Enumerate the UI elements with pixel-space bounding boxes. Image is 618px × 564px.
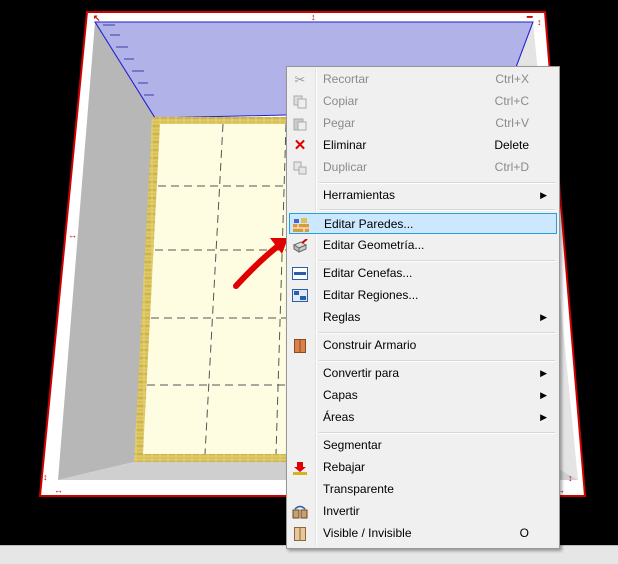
scissors-icon: ✂ bbox=[294, 72, 306, 87]
menu-item-herramientas[interactable]: Herramientas ▶ bbox=[289, 185, 557, 206]
copy-icon bbox=[291, 93, 309, 110]
cabinet-icon bbox=[291, 337, 309, 354]
menu-separator bbox=[319, 432, 555, 434]
resize-handle-bottom-right[interactable]: ↕ bbox=[568, 474, 573, 483]
menu-item-label: Pegar bbox=[323, 116, 356, 130]
menu-item-capas[interactable]: Capas ▶ bbox=[289, 385, 557, 406]
menu-item-label: Construir Armario bbox=[323, 338, 417, 352]
menu-item-label: Editar Geometría... bbox=[323, 238, 425, 252]
resize-handle-bottom-left[interactable]: ↔ bbox=[54, 486, 63, 495]
menu-item-label: Transparente bbox=[323, 482, 394, 496]
menu-item-label: Áreas bbox=[323, 410, 355, 424]
menu-item-reglas[interactable]: Reglas ▶ bbox=[289, 307, 557, 328]
menu-item-label: Editar Regiones... bbox=[323, 288, 419, 302]
menu-item-label: Editar Paredes... bbox=[324, 217, 414, 231]
menu-item-editar-regiones[interactable]: Editar Regiones... bbox=[289, 285, 557, 306]
menu-item-copiar[interactable]: Copiar Ctrl+C bbox=[289, 91, 557, 112]
resize-handle-top[interactable]: ↕ bbox=[311, 13, 316, 22]
menu-item-shortcut: Ctrl+D bbox=[494, 160, 529, 174]
resize-handle-bottom-left-corner[interactable]: ↕ bbox=[43, 473, 48, 482]
menu-item-label: Capas bbox=[323, 388, 358, 402]
visibility-icon bbox=[291, 525, 309, 542]
menu-item-label: Editar Cenefas... bbox=[323, 266, 413, 280]
menu-item-label: Convertir para bbox=[323, 366, 400, 380]
submenu-arrow-icon: ▶ bbox=[540, 412, 547, 422]
resize-handle-left[interactable]: ↔ bbox=[68, 231, 77, 240]
submenu-arrow-icon: ▶ bbox=[540, 312, 547, 322]
menu-separator bbox=[319, 332, 555, 334]
invert-icon bbox=[291, 503, 309, 520]
menu-item-invertir[interactable]: Invertir bbox=[289, 501, 557, 522]
menu-item-transparente[interactable]: Transparente bbox=[289, 479, 557, 500]
menu-item-editar-geometria[interactable]: Editar Geometría... bbox=[289, 235, 557, 256]
menu-item-pegar[interactable]: Pegar Ctrl+V bbox=[289, 113, 557, 134]
lower-arrow-icon bbox=[291, 459, 309, 476]
submenu-arrow-icon: ▶ bbox=[540, 368, 547, 378]
menu-item-editar-cenefas[interactable]: Editar Cenefas... bbox=[289, 263, 557, 284]
menu-item-shortcut: Ctrl+V bbox=[495, 116, 529, 130]
menu-item-areas[interactable]: Áreas ▶ bbox=[289, 407, 557, 428]
menu-item-shortcut: Delete bbox=[494, 138, 529, 152]
duplicate-icon bbox=[291, 159, 309, 176]
menu-item-duplicar[interactable]: Duplicar Ctrl+D bbox=[289, 157, 557, 178]
delete-x-icon: ✕ bbox=[293, 137, 307, 154]
menu-item-editar-paredes[interactable]: Editar Paredes... bbox=[289, 213, 557, 234]
menu-item-label: Duplicar bbox=[323, 160, 368, 174]
menu-item-label: Invertir bbox=[323, 504, 360, 518]
menu-item-label: Segmentar bbox=[323, 438, 382, 452]
menu-item-label: Herramientas bbox=[323, 188, 396, 202]
regions-icon bbox=[291, 287, 309, 304]
menu-separator bbox=[319, 260, 555, 262]
menu-separator bbox=[319, 209, 555, 211]
submenu-arrow-icon: ▶ bbox=[540, 390, 547, 400]
resize-handle-top-right[interactable]: ━ bbox=[527, 13, 532, 22]
menu-item-shortcut: O bbox=[519, 526, 529, 540]
menu-item-visible-invisible[interactable]: Visible / Invisible O bbox=[289, 523, 557, 544]
menu-item-label: Eliminar bbox=[323, 138, 367, 152]
menu-item-label: Visible / Invisible bbox=[323, 526, 412, 540]
resize-handle-top-right-corner[interactable]: ↕ bbox=[537, 18, 542, 27]
menu-item-label: Copiar bbox=[323, 94, 359, 108]
menu-item-recortar[interactable]: ✂ Recortar Ctrl+X bbox=[289, 69, 557, 90]
brick-wall-icon bbox=[292, 216, 310, 233]
menu-item-construir-armario[interactable]: Construir Armario bbox=[289, 335, 557, 356]
resize-handle-top-left[interactable]: ↖ bbox=[93, 14, 101, 23]
menu-separator bbox=[319, 360, 555, 362]
menu-item-shortcut: Ctrl+X bbox=[495, 72, 529, 86]
context-menu: ✂ Recortar Ctrl+X Copiar Ctrl+C Pegar Ct… bbox=[286, 66, 560, 549]
menu-item-label: Recortar bbox=[323, 72, 370, 86]
menu-item-shortcut: Ctrl+C bbox=[494, 94, 529, 108]
menu-item-rebajar[interactable]: Rebajar bbox=[289, 457, 557, 478]
submenu-arrow-icon: ▶ bbox=[540, 190, 547, 200]
floor-plane[interactable] bbox=[143, 124, 296, 454]
menu-separator bbox=[319, 182, 555, 184]
menu-item-segmentar[interactable]: Segmentar bbox=[289, 435, 557, 456]
menu-item-label: Rebajar bbox=[323, 460, 366, 474]
menu-item-label: Reglas bbox=[323, 310, 361, 324]
menu-item-convertir-para[interactable]: Convertir para ▶ bbox=[289, 363, 557, 384]
border-strip-icon bbox=[291, 265, 309, 282]
geometry-box-icon bbox=[291, 237, 309, 254]
menu-item-eliminar[interactable]: ✕ Eliminar Delete bbox=[289, 135, 557, 156]
paste-icon bbox=[291, 115, 309, 132]
